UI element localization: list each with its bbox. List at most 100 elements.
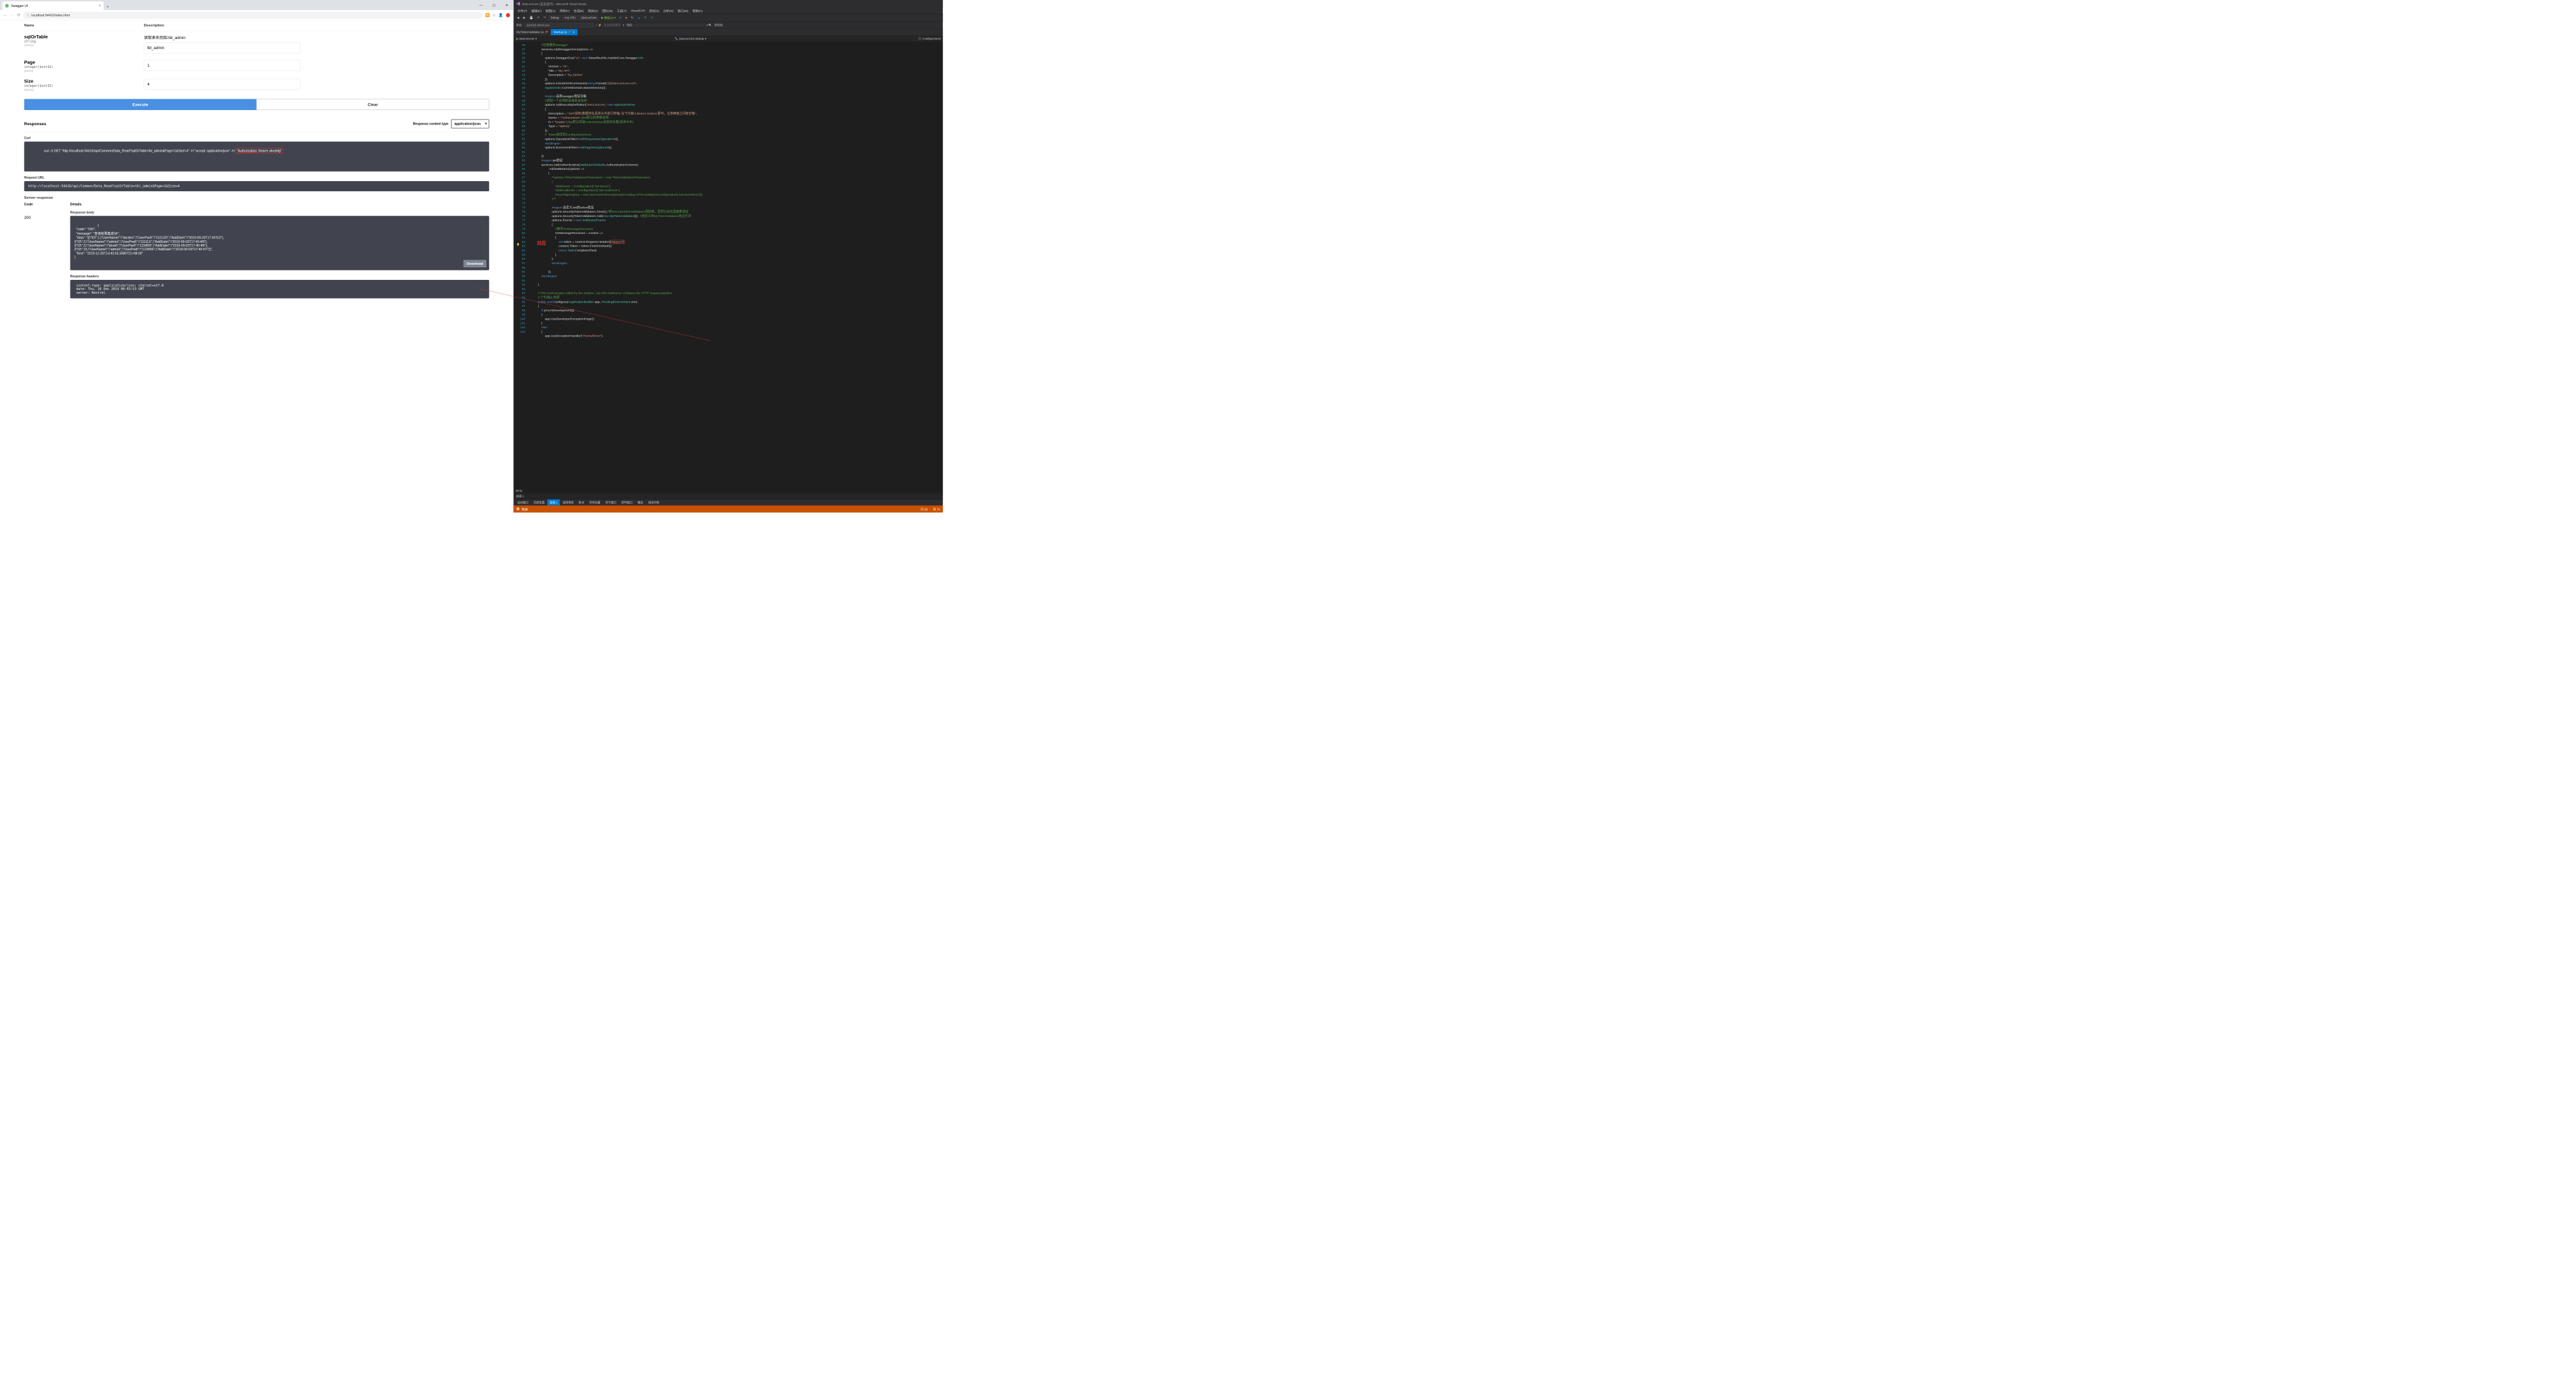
menu-item[interactable]: 团队(M) xyxy=(601,8,615,14)
extension-icon[interactable] xyxy=(506,13,510,18)
step-over-icon[interactable]: ↷ xyxy=(643,16,648,20)
clear-button[interactable]: Clear xyxy=(257,99,489,110)
responses-header: Responses Response content type applicat… xyxy=(24,114,489,131)
status-ready-icon: ▦ xyxy=(516,507,519,511)
breadcrumb-class[interactable]: ZanLveCore.Startup xyxy=(679,37,704,40)
breadcrumb-method[interactable]: ConfigureServi xyxy=(923,37,941,40)
download-button[interactable]: Download xyxy=(464,260,486,267)
response-body-label: Response body xyxy=(70,211,489,214)
response-content-type-label: Response content type xyxy=(413,122,448,126)
pin-icon[interactable]: 📌 xyxy=(545,31,548,33)
menu-item[interactable]: 分析(N) xyxy=(662,8,675,14)
editor-tab[interactable]: Startup.cs📌✕ xyxy=(551,29,578,35)
platform-select[interactable]: Any CPU xyxy=(562,16,578,20)
stop-icon[interactable]: ■ xyxy=(624,16,628,20)
annotation-label: 对应 xyxy=(537,240,547,247)
bottom-tab[interactable]: 自动窗口 xyxy=(515,499,531,506)
address-bar-row: ← → ⟳ ⓘ localhost:54410/index.html 🈶 ☆ 👤 xyxy=(0,10,513,20)
menu-item[interactable]: 视图(V) xyxy=(543,8,557,14)
bottom-tab[interactable]: 断点 xyxy=(576,499,586,506)
menu-item[interactable]: 生成(B) xyxy=(572,8,586,14)
tab-strip: Swagger UI × + — ▢ ✕ xyxy=(0,0,513,10)
menu-item[interactable]: 帮助(H) xyxy=(691,8,704,14)
param-in: (query) xyxy=(24,69,143,72)
bottom-tab[interactable]: 命令窗口 xyxy=(603,499,619,506)
nav-fwd-icon[interactable]: ▶ xyxy=(522,16,527,20)
restart-icon[interactable]: ↻ xyxy=(630,16,635,20)
thread-select[interactable] xyxy=(635,25,704,26)
nav-back-icon[interactable]: ◀ xyxy=(516,16,521,20)
step-into-icon[interactable]: ↘ xyxy=(636,16,641,20)
editor-tab[interactable]: MyTokenValidator.cs📌 xyxy=(514,29,551,35)
browser-tab[interactable]: Swagger UI × xyxy=(3,1,104,10)
back-icon[interactable]: ← xyxy=(3,13,8,18)
menu-item[interactable]: 窗口(W) xyxy=(675,8,690,14)
close-window-icon[interactable]: ✕ xyxy=(501,0,513,10)
menu-item[interactable]: 测试(S) xyxy=(647,8,661,14)
bottom-tab[interactable]: 监视 1 xyxy=(547,499,560,506)
response-body-block: { "code": "OK!", "message": "查询结果集成功!", … xyxy=(70,216,489,270)
watch-panel-header: 监视 1 xyxy=(514,493,943,499)
process-select[interactable]: [14020] dotnet.exe xyxy=(525,23,594,27)
breadcrumb-project[interactable]: ZanLveCore xyxy=(519,37,534,40)
lightbulb-icon[interactable]: 💡 xyxy=(516,243,519,246)
curl-block: curl -X GET "http://localhost:54410/api/… xyxy=(24,142,489,172)
execute-button[interactable]: Execute xyxy=(24,99,256,110)
zoom-level[interactable]: 79 % xyxy=(514,489,524,493)
menu-item[interactable]: 文件(F) xyxy=(516,8,529,14)
server-response-label: Server response xyxy=(24,196,489,200)
code-editor[interactable]: 3637383940414243444546474849505152535455… xyxy=(514,42,943,493)
response-content-type-select[interactable]: application/json xyxy=(451,119,489,129)
code-label: Code xyxy=(24,203,54,206)
minimize-icon[interactable]: — xyxy=(475,0,487,10)
bottom-tab[interactable]: 错误列表 xyxy=(646,499,662,506)
pause-icon[interactable]: ⏸ xyxy=(618,16,623,20)
param-input-page[interactable] xyxy=(144,60,301,71)
parameters-table: Name Description sqlOrTable string (quer… xyxy=(24,20,489,94)
menu-item[interactable]: 工具(T) xyxy=(615,8,628,14)
param-input-size[interactable] xyxy=(144,79,301,90)
bookmark-icon[interactable]: ☆ xyxy=(492,13,496,17)
swagger-icon xyxy=(5,4,9,8)
step-out-icon[interactable]: ↗ xyxy=(649,16,654,20)
details-label: Details xyxy=(70,203,489,206)
param-input-sqlortable[interactable] xyxy=(144,42,301,53)
close-icon[interactable]: × xyxy=(99,4,101,8)
editor-tab-strip: MyTokenValidator.cs📌Startup.cs📌✕ xyxy=(514,28,943,35)
curl-label: Curl xyxy=(24,136,489,140)
swagger-page: Name Description sqlOrTable string (quer… xyxy=(0,20,513,513)
response-code: 200 xyxy=(24,216,54,220)
visual-studio-icon xyxy=(516,2,521,6)
status-text: 就绪 xyxy=(521,507,528,511)
pin-icon[interactable]: 📌 xyxy=(569,31,572,33)
redo-icon[interactable]: ↷ xyxy=(542,16,547,20)
menu-item[interactable]: VisualSVN xyxy=(629,8,647,13)
response-headers-label: Response headers xyxy=(70,274,489,278)
bottom-tab[interactable]: 即时窗口 xyxy=(619,499,635,506)
line-number-gutter: 3637383940414243444546474849505152535455… xyxy=(514,42,528,493)
reload-icon[interactable]: ⟳ xyxy=(17,13,21,18)
bottom-tab[interactable]: 调用堆栈 xyxy=(560,499,576,506)
site-info-icon[interactable]: ⓘ xyxy=(26,13,30,17)
undo-icon[interactable]: ↶ xyxy=(536,16,541,20)
bottom-tab-strip: 自动窗口局部变量监视 1调用堆栈断点异常设置命令窗口即时窗口输出错误列表 xyxy=(514,499,943,505)
param-name: sqlOrTable xyxy=(24,35,143,40)
menu-item[interactable]: 调试(D) xyxy=(586,8,600,14)
new-tab-button[interactable]: + xyxy=(104,4,111,10)
translate-icon[interactable]: 🈶 xyxy=(485,13,489,17)
code-content[interactable]: //注册服务Swagger services.AddSwaggerGen(opt… xyxy=(528,42,943,493)
profile-icon[interactable]: 👤 xyxy=(499,13,503,17)
bottom-tab[interactable]: 异常设置 xyxy=(587,499,602,506)
continue-button[interactable]: ▶ 继续(C) ▾ xyxy=(600,15,617,20)
startup-select[interactable]: ZanLveCore xyxy=(579,16,599,20)
bottom-tab[interactable]: 输出 xyxy=(635,499,645,506)
forward-icon[interactable]: → xyxy=(10,13,14,18)
address-bar[interactable]: ⓘ localhost:54410/index.html xyxy=(23,11,482,18)
bottom-tab[interactable]: 局部变量 xyxy=(531,499,547,506)
config-select[interactable]: Debug xyxy=(548,16,561,20)
menu-item[interactable]: 编辑(E) xyxy=(530,8,543,14)
menu-item[interactable]: 项目(P) xyxy=(558,8,572,14)
close-icon[interactable]: ✕ xyxy=(572,30,574,33)
maximize-icon[interactable]: ▢ xyxy=(487,0,500,10)
save-icon[interactable]: 💾 xyxy=(528,16,535,20)
